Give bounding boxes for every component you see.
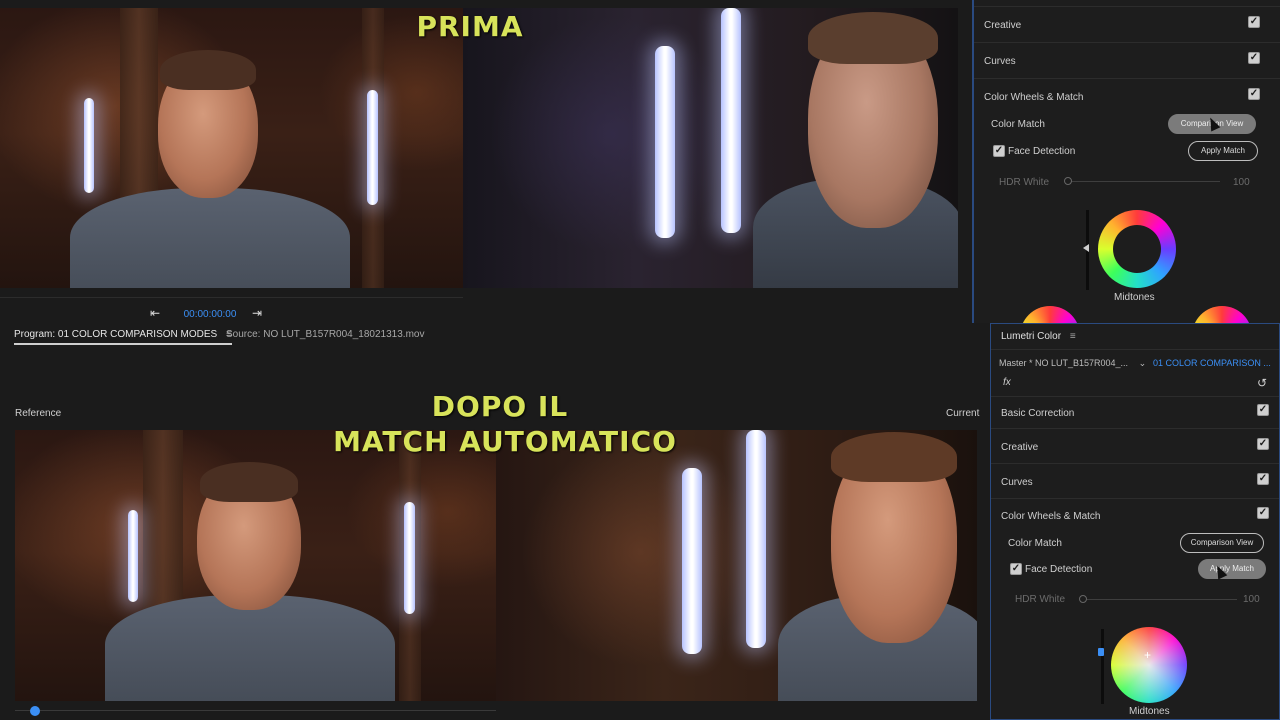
lumetri-color-panel: Lumetri Color ≡ Master * NO LUT_B157R004… <box>990 323 1280 720</box>
tab-source[interactable]: Source: NO LUT_B157R004_18021313.mov <box>226 329 424 340</box>
hdr-white-knob[interactable] <box>1079 595 1087 603</box>
midtones-color-wheel[interactable] <box>1111 627 1187 703</box>
caption-before: PRIMA <box>416 10 524 43</box>
face-detection-label: Face Detection <box>1008 146 1076 157</box>
hdr-white-label: HDR White <box>1015 594 1066 605</box>
sequence-clip-select[interactable]: 01 COLOR COMPARISON ... <box>1153 358 1271 368</box>
face-detection-checkbox[interactable]: ✓ <box>1010 563 1022 575</box>
lumetri-title: Lumetri Color ≡ <box>1001 331 1076 342</box>
comparison-view-button[interactable]: Comparison View <box>1180 533 1264 553</box>
tab-program[interactable]: Program: 01 COLOR COMPARISON MODES ≡ <box>14 329 232 345</box>
creative-checkbox[interactable]: ✓ <box>1257 438 1269 450</box>
top-current-frame <box>463 8 958 288</box>
bottom-reference-frame <box>15 430 496 701</box>
midtones-luma-knob[interactable] <box>1098 648 1104 656</box>
color-match-label: Color Match <box>991 119 1045 130</box>
curves-checkbox[interactable]: ✓ <box>1248 52 1260 64</box>
color-wheels-checkbox[interactable]: ✓ <box>1248 88 1260 100</box>
master-clip-label: Master * NO LUT_B157R004_... <box>999 358 1129 368</box>
midtones-wheel-center <box>1113 225 1161 273</box>
basic-correction-checkbox[interactable]: ✓ <box>1257 404 1269 416</box>
midtones-luma-knob[interactable] <box>1083 244 1089 252</box>
playhead[interactable] <box>30 706 40 716</box>
face-detection-label: Face Detection <box>1025 564 1093 575</box>
color-match-label: Color Match <box>1008 538 1062 549</box>
reset-icon[interactable]: ↺ <box>1257 376 1267 390</box>
master-clip-select[interactable]: Master * NO LUT_B157R004_... ⌄ <box>999 358 1146 369</box>
timecode[interactable]: 00:00:00:00 <box>180 309 240 320</box>
midtones-label: Midtones <box>1114 292 1155 303</box>
creative-checkbox[interactable]: ✓ <box>1248 16 1260 28</box>
hdr-white-slider[interactable] <box>1087 599 1237 600</box>
face-detection-checkbox[interactable]: ✓ <box>993 145 1005 157</box>
curves-checkbox[interactable]: ✓ <box>1257 473 1269 485</box>
timeline-track[interactable] <box>15 710 496 711</box>
current-label: Current <box>946 408 980 419</box>
fx-icon[interactable]: fx <box>1003 377 1011 388</box>
apply-match-button[interactable]: Apply Match <box>1198 559 1266 579</box>
midtones-wheel-center-plus: + <box>1144 648 1152 662</box>
panel-menu-icon[interactable]: ≡ <box>1070 331 1076 342</box>
lumetri-title-label: Lumetri Color <box>1001 331 1062 342</box>
step-back-icon[interactable]: ⇤ <box>150 306 164 320</box>
bottom-current-frame <box>496 430 977 701</box>
chevron-down-icon: ⌄ <box>1138 358 1147 368</box>
top-monitor-divider <box>0 297 463 298</box>
midtones-luma-slider[interactable] <box>1101 629 1104 704</box>
hdr-white-knob[interactable] <box>1064 177 1072 185</box>
caption-after-line2: MATCH AUTOMATICO <box>333 425 677 458</box>
step-forward-icon[interactable]: ⇥ <box>252 306 266 320</box>
hdr-white-value: 100 <box>1233 177 1250 188</box>
hdr-white-label: HDR White <box>999 177 1050 188</box>
reference-label: Reference <box>15 408 62 419</box>
apply-match-button[interactable]: Apply Match <box>1188 141 1258 161</box>
hdr-white-value: 100 <box>1243 594 1260 605</box>
caption-after-line1: DOPO IL <box>431 390 569 423</box>
top-lumetri-panel: Creative ✓ Curves ✓ Color Wheels & Match… <box>972 0 1280 366</box>
tab-program-label: Program: 01 COLOR COMPARISON MODES <box>14 329 218 340</box>
color-wheels-checkbox[interactable]: ✓ <box>1257 507 1269 519</box>
top-reference-frame <box>0 8 463 288</box>
hdr-white-slider[interactable] <box>1070 181 1220 182</box>
midtones-label: Midtones <box>1129 706 1170 717</box>
